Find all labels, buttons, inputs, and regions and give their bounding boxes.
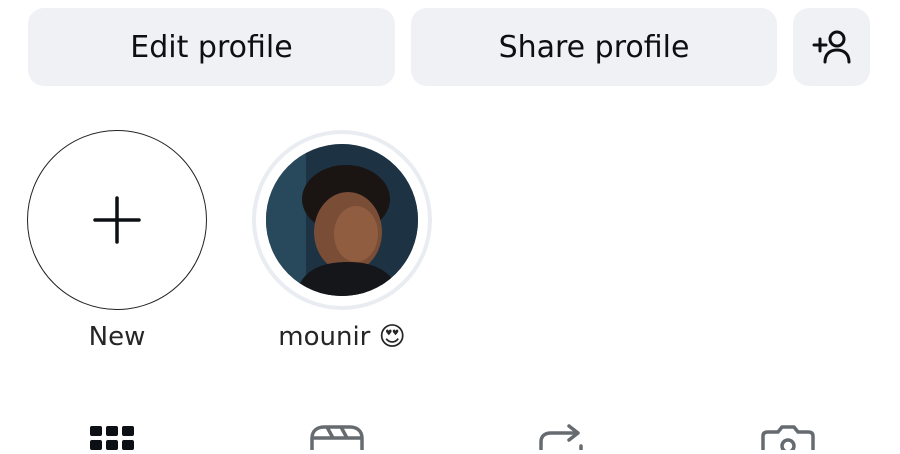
highlight-photo: [266, 144, 418, 296]
repost-icon: [539, 424, 583, 452]
reels-icon: [310, 425, 364, 450]
highlight-mounir[interactable]: mounir 😍: [251, 130, 433, 352]
highlight-new[interactable]: New: [26, 130, 208, 352]
plus-icon: [93, 196, 141, 244]
grid-icon: [90, 426, 134, 450]
tagged-icon: [761, 425, 815, 454]
highlight-mounir-label: mounir 😍: [278, 322, 406, 352]
highlight-photo-figure: [266, 144, 418, 296]
edit-profile-label: Edit profile: [130, 29, 293, 65]
highlight-new-label: New: [88, 322, 146, 352]
highlight-mounir-circle[interactable]: [252, 130, 432, 310]
highlight-new-circle[interactable]: [27, 130, 207, 310]
profile-tab-bar: [0, 418, 900, 454]
person-add-icon: [812, 30, 850, 64]
edit-profile-button[interactable]: Edit profile: [28, 8, 395, 86]
share-profile-button[interactable]: Share profile: [411, 8, 777, 86]
add-person-button[interactable]: [793, 8, 870, 86]
share-profile-label: Share profile: [498, 29, 690, 65]
